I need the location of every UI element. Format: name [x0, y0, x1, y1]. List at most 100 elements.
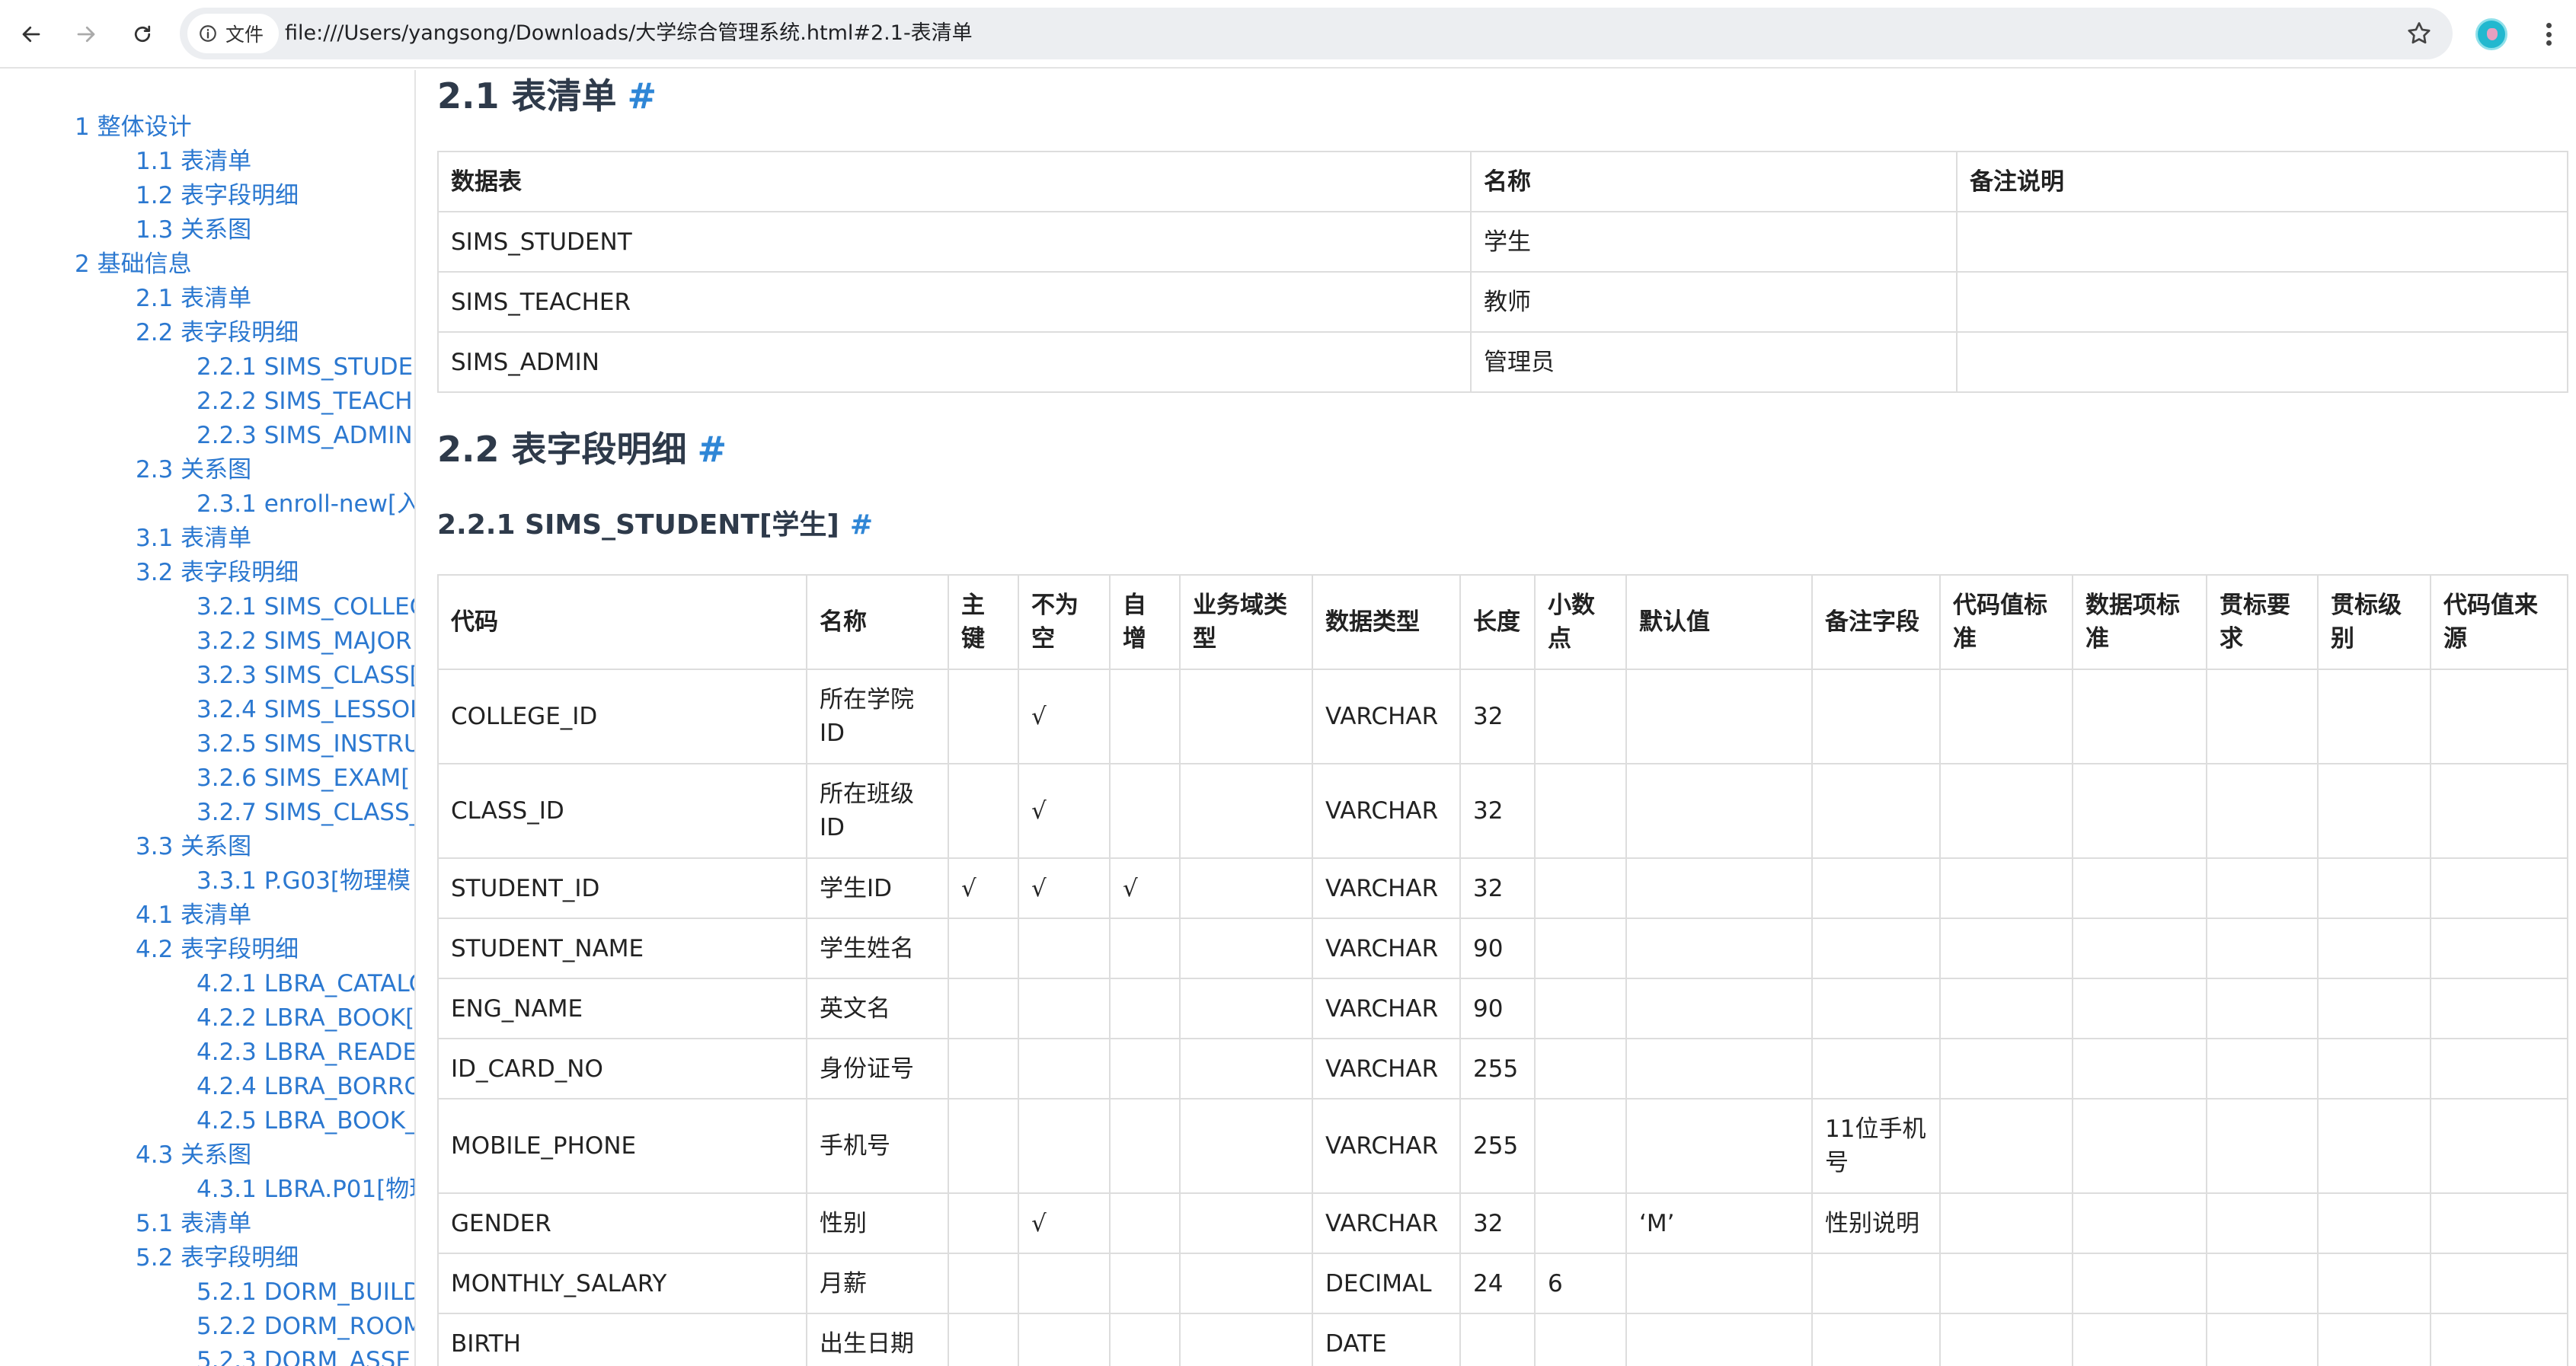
toc-link[interactable]: 2.2.3 SIMS_ADMIN[: [197, 420, 414, 451]
table-cell: [1109, 669, 1181, 764]
table-cell: [1811, 763, 1941, 859]
toc-link[interactable]: 3.2.2 SIMS_MAJOR: [197, 626, 412, 656]
table-cell: [2072, 1098, 2207, 1194]
table-cell: 255: [1459, 1038, 1536, 1100]
table-cell: [2072, 1313, 2207, 1366]
toc-link[interactable]: 2.3.1 enroll-new[入: [197, 489, 414, 519]
toc-link[interactable]: 2.2.1 SIMS_STUDENT: [197, 352, 414, 382]
site-info-chip[interactable]: 文件: [187, 14, 280, 53]
toc-link[interactable]: 3.3.1 P.G03[物理模: [197, 866, 411, 896]
toc-link[interactable]: 2.2.2 SIMS_TEACHER: [197, 386, 414, 417]
table-cell: [1179, 978, 1313, 1039]
toc-link[interactable]: 3.2.1 SIMS_COLLEGE: [197, 592, 414, 622]
table-cell: [2206, 1313, 2319, 1366]
table-row: COLLEGE_ID 所在学院ID √ VARCHAR 32: [437, 669, 2568, 764]
table-row: SIMS_ADMIN 管理员: [437, 331, 2568, 393]
reload-button[interactable]: [125, 17, 160, 52]
column-header: 业务域类型: [1179, 574, 1313, 670]
table-cell: [1534, 669, 1627, 764]
table-cell: [1625, 1313, 1813, 1366]
table-cell: 90: [1459, 918, 1536, 979]
toc-link[interactable]: 1.3 关系图: [136, 215, 251, 245]
toc-link[interactable]: 1.2 表字段明细: [136, 180, 299, 211]
toc-link[interactable]: 5.1 表清单: [136, 1208, 251, 1239]
toc-link[interactable]: 1.1 表清单: [136, 146, 251, 177]
toc-link[interactable]: 4.3 关系图: [136, 1140, 251, 1170]
table-cell: [1625, 763, 1813, 859]
table-cell: [1018, 1253, 1111, 1314]
table-cell: [2430, 1192, 2568, 1254]
subsection-title-2-2-1: 2.2.1 SIMS_STUDENT[学生] #: [437, 509, 873, 542]
table-cell: [1534, 918, 1627, 979]
table-cell: 出生日期: [806, 1313, 949, 1366]
table-cell: [2072, 1253, 2207, 1314]
toc-link[interactable]: 3.2.3 SIMS_CLASS[: [197, 660, 414, 691]
table-cell: [2206, 857, 2319, 919]
toc-link[interactable]: 3.2.4 SIMS_LESSON: [197, 694, 414, 725]
address-bar[interactable]: 文件 file:///Users/yangsong/Downloads/大学综合…: [180, 8, 2453, 59]
table-cell: 教师: [1470, 271, 1958, 333]
table-cell: CLASS_ID: [437, 763, 807, 859]
profile-avatar[interactable]: [2475, 18, 2507, 50]
toc-link[interactable]: 4.2.3 LBRA_READE: [197, 1037, 414, 1068]
toc-link[interactable]: 3.2 表字段明细: [136, 557, 299, 588]
table-row: ENG_NAME 英文名 VARCHAR 90: [437, 978, 2568, 1039]
table-row: MOBILE_PHONE 手机号 VARCHAR 255 11位手机号: [437, 1098, 2568, 1194]
toc-link[interactable]: 5.2.2 DORM_ROOM: [197, 1311, 414, 1342]
forward-button[interactable]: [69, 17, 104, 52]
back-button[interactable]: [14, 17, 49, 52]
toc-link[interactable]: 4.2 表字段明细: [136, 934, 299, 965]
section-title-2-1: 2.1 表清单 #: [437, 75, 657, 117]
toc-link[interactable]: 2 基础信息: [75, 249, 192, 279]
toc-link[interactable]: 3.3 关系图: [136, 831, 251, 862]
toc-link[interactable]: 1 整体设计: [75, 112, 192, 142]
table-cell: [948, 763, 1019, 859]
toc-link[interactable]: 4.2.5 LBRA_BOOK_: [197, 1106, 414, 1136]
table-cell: VARCHAR: [1312, 918, 1461, 979]
table-cell: 32: [1459, 669, 1536, 764]
table-cell: [2317, 763, 2431, 859]
subsection-anchor-link[interactable]: #: [850, 509, 873, 541]
table-cell: [1018, 1098, 1111, 1194]
table-cell: [2430, 1038, 2568, 1100]
url-text[interactable]: file:///Users/yangsong/Downloads/大学综合管理系…: [285, 8, 973, 59]
section-anchor-link[interactable]: #: [628, 75, 657, 116]
table-cell: [1109, 1192, 1181, 1254]
subsection-title-text: 2.2.1 SIMS_STUDENT[学生]: [437, 509, 839, 541]
table-list: 数据表 名称 备注说明 SIMS_STUDENT 学生 SIMS_TEACHER 教师 SI…: [437, 151, 2568, 393]
toc-link[interactable]: 4.3.1 LBRA.P01[物理: [197, 1174, 414, 1205]
table-cell: [1939, 1253, 2073, 1314]
browser-menu-button[interactable]: [2533, 18, 2564, 50]
table-cell: [948, 978, 1019, 1039]
table-cell: [1109, 918, 1181, 979]
toc-link[interactable]: 2.1 表清单: [136, 283, 251, 314]
toc-link[interactable]: 5.2.3 DORM_ASSE: [197, 1345, 411, 1366]
bookmark-star-icon[interactable]: [2405, 20, 2433, 47]
column-header: 备注字段: [1811, 574, 1941, 670]
toc-link[interactable]: 5.2 表字段明细: [136, 1243, 299, 1273]
toc-link[interactable]: 4.1 表清单: [136, 900, 251, 930]
table-cell: [2206, 918, 2319, 979]
table-cell: [2072, 1038, 2207, 1100]
toc-link[interactable]: 3.2.7 SIMS_CLASS_: [197, 797, 414, 828]
table-cell: [2430, 763, 2568, 859]
toc-link[interactable]: 2.3 关系图: [136, 455, 251, 485]
toc-link[interactable]: 3.2.6 SIMS_EXAM[: [197, 763, 410, 793]
toc-link[interactable]: 3.1 表清单: [136, 523, 251, 554]
toc-link[interactable]: 4.2.1 LBRA_CATALO: [197, 969, 414, 999]
column-header: 名称: [806, 574, 949, 670]
table-cell: STUDENT_ID: [437, 857, 807, 919]
toc-link[interactable]: 5.2.1 DORM_BUILD: [197, 1277, 414, 1307]
table-cell: [2317, 1313, 2431, 1366]
table-cell: 英文名: [806, 978, 949, 1039]
section-anchor-link[interactable]: #: [698, 429, 727, 470]
table-cell: 学生: [1470, 211, 1958, 273]
table-cell: [1625, 669, 1813, 764]
toc-link[interactable]: 4.2.2 LBRA_BOOK[: [197, 1003, 414, 1033]
toc-link[interactable]: 3.2.5 SIMS_INSTRU: [197, 729, 414, 759]
toc-link[interactable]: 2.2 表字段明细: [136, 318, 299, 348]
table-cell: [948, 918, 1019, 979]
table-cell: [1109, 1253, 1181, 1314]
table-cell: [1179, 1192, 1313, 1254]
toc-link[interactable]: 4.2.4 LBRA_BORRO: [197, 1071, 414, 1102]
